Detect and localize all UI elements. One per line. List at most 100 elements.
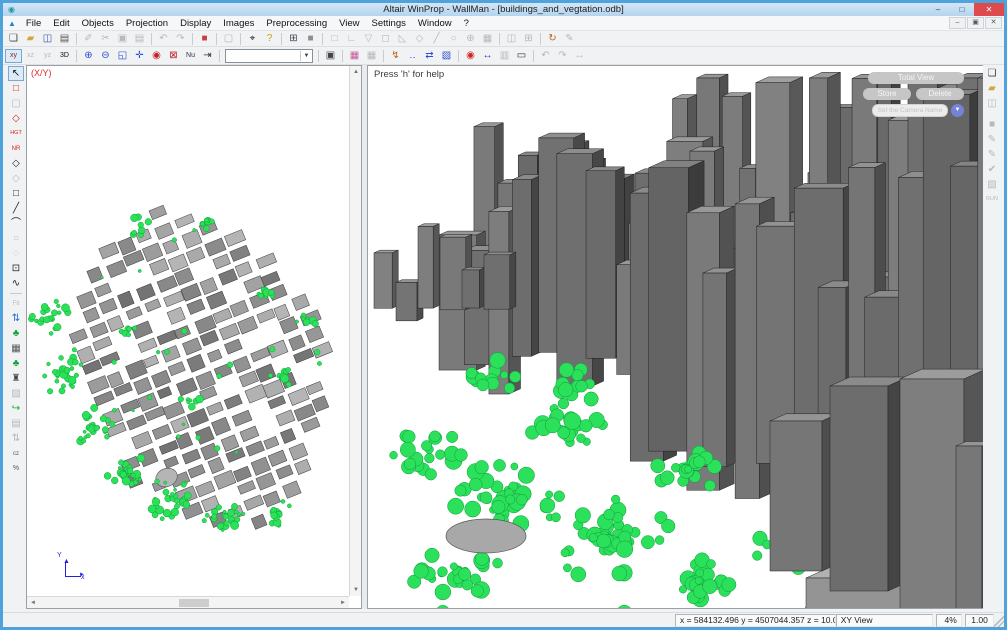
points-button[interactable]: ‥: [404, 49, 421, 63]
horizontal-scrollbar[interactable]: ◄ ►: [27, 596, 349, 608]
simplify-button[interactable]: ▧: [984, 177, 1000, 192]
draw-circle-button[interactable]: ○: [8, 231, 24, 246]
help-button[interactable]: ?: [261, 32, 278, 46]
map-2d-canvas[interactable]: [27, 66, 349, 602]
layers-button[interactable]: ▣: [322, 49, 339, 63]
numbering-button[interactable]: Nu: [182, 49, 199, 63]
zoom-window-button[interactable]: ◱: [114, 49, 131, 63]
zoom-in-button[interactable]: ⊕: [80, 49, 97, 63]
scene-3d-canvas[interactable]: [368, 66, 988, 609]
draw-polygon-black-button[interactable]: ◇: [8, 156, 24, 171]
fill-view-button[interactable]: ■: [302, 32, 319, 46]
draw-line-button[interactable]: ╱: [8, 201, 24, 216]
updown-button[interactable]: ⇅: [8, 431, 24, 446]
split-grid-button[interactable]: ⊞: [520, 32, 537, 46]
cz-button[interactable]: cz: [8, 446, 24, 461]
menu-settings[interactable]: Settings: [366, 18, 412, 29]
snap-button[interactable]: ⇥: [199, 49, 216, 63]
menu-help[interactable]: ?: [458, 18, 475, 29]
grid-edit-button[interactable]: ▧: [438, 49, 455, 63]
image-button[interactable]: ▦: [479, 32, 496, 46]
minimize-button[interactable]: –: [926, 3, 950, 16]
zoom-extend-button[interactable]: ✛: [131, 49, 148, 63]
draw-polyline-button[interactable]: ∟: [343, 32, 360, 46]
draw-freeform-button[interactable]: ◇: [411, 32, 428, 46]
view-xy-button[interactable]: xy: [5, 49, 22, 63]
tower-button[interactable]: ♜: [8, 371, 24, 386]
menu-window[interactable]: Window: [412, 18, 458, 29]
save-button[interactable]: ◫: [39, 32, 56, 46]
number-tool-button[interactable]: NR: [8, 141, 24, 156]
close-file-button[interactable]: ■: [196, 32, 213, 46]
draw-rectangle-red-button[interactable]: □: [8, 81, 24, 96]
draw-zigzag-button[interactable]: ◺: [394, 32, 411, 46]
menu-objects[interactable]: Objects: [76, 18, 120, 29]
apply-camera-icon[interactable]: ▼: [951, 104, 964, 117]
draw-rectangle-gray-button[interactable]: ▢: [8, 96, 24, 111]
split-horizontal-button[interactable]: ◫: [503, 32, 520, 46]
menu-view[interactable]: View: [333, 18, 365, 29]
search-button[interactable]: ⌖: [244, 32, 261, 46]
draw-arc-button[interactable]: ⌒: [8, 216, 24, 231]
draw-polygon-red-button[interactable]: ◇: [8, 111, 24, 126]
close-button[interactable]: ✕: [974, 3, 1004, 16]
menu-preprocessing[interactable]: Preprocessing: [260, 18, 333, 29]
redo-button[interactable]: ↷: [172, 32, 189, 46]
resize-grip[interactable]: [994, 614, 1004, 627]
terrain-button[interactable]: ▨: [8, 386, 24, 401]
copy-button[interactable]: ▣: [114, 32, 131, 46]
edit-materials-button[interactable]: ✎: [984, 132, 1000, 147]
import-button[interactable]: ↪: [8, 401, 24, 416]
menu-projection[interactable]: Projection: [120, 18, 174, 29]
new-project-button[interactable]: ❏: [984, 66, 1000, 81]
stretch-button[interactable]: ↔: [571, 49, 588, 63]
stack-button[interactable]: ▤: [8, 416, 24, 431]
building-button[interactable]: ▦: [8, 341, 24, 356]
materials-button[interactable]: ▦: [346, 49, 363, 63]
menu-file[interactable]: File: [20, 18, 47, 29]
cut-button[interactable]: ✂: [97, 32, 114, 46]
camera-name-input[interactable]: Set the Camera Name: [872, 104, 948, 117]
draw-polygon-gray-button[interactable]: ◇: [8, 171, 24, 186]
height-tool-button[interactable]: HGT: [8, 126, 24, 141]
store-camera-button[interactable]: Store: [863, 88, 911, 100]
fit-button[interactable]: Fit: [8, 296, 24, 311]
scroll-right-icon[interactable]: ►: [337, 597, 349, 609]
rows-button[interactable]: ▥: [496, 49, 513, 63]
mdi-minimize-button[interactable]: –: [949, 17, 966, 29]
scrollbar-thumb[interactable]: [179, 599, 209, 607]
draw-polygon-button[interactable]: ▽: [360, 32, 377, 46]
scroll-left-icon[interactable]: ◄: [27, 597, 39, 609]
paste-button[interactable]: ▤: [131, 32, 148, 46]
undo-button[interactable]: ↶: [155, 32, 172, 46]
view-3d-button[interactable]: 3D: [56, 49, 73, 63]
convert-button[interactable]: ⇅: [8, 311, 24, 326]
draw-line-button[interactable]: ╱: [428, 32, 445, 46]
print-button[interactable]: ▤: [56, 32, 73, 46]
width-button[interactable]: ↔: [479, 49, 496, 63]
material-default-button[interactable]: ■: [984, 117, 1000, 132]
total-view-button[interactable]: Total View: [868, 72, 964, 84]
object-select-combo[interactable]: ▼: [225, 49, 313, 63]
erase-button[interactable]: ✎: [561, 32, 578, 46]
preview-button[interactable]: ▢: [220, 32, 237, 46]
swap-button[interactable]: ⇄: [421, 49, 438, 63]
tile-windows-button[interactable]: ⊞: [285, 32, 302, 46]
menu-edit[interactable]: Edit: [47, 18, 75, 29]
view-yz-button[interactable]: yz: [39, 49, 56, 63]
target-button[interactable]: ◉: [462, 49, 479, 63]
check-data-button[interactable]: ✔: [984, 162, 1000, 177]
percent-button[interactable]: %: [8, 461, 24, 476]
draw-rectangle-button[interactable]: □: [326, 32, 343, 46]
draw-vertex-button[interactable]: ◻: [377, 32, 394, 46]
pliers-button[interactable]: ↯: [387, 49, 404, 63]
scene-3d-viewport[interactable]: Press 'h' for help Total View Store Dele…: [367, 65, 989, 609]
edit-heights-button[interactable]: ✎: [984, 147, 1000, 162]
draw-ellipse-button[interactable]: ◌: [8, 246, 24, 261]
mdi-close-button[interactable]: ✕: [985, 17, 1002, 29]
view-xz-button[interactable]: xz: [22, 49, 39, 63]
delete-camera-button[interactable]: Delete: [916, 88, 964, 100]
maximize-button[interactable]: □: [950, 3, 974, 16]
save-project-button[interactable]: ◫: [984, 96, 1000, 111]
zoom-point-button[interactable]: ◉: [148, 49, 165, 63]
